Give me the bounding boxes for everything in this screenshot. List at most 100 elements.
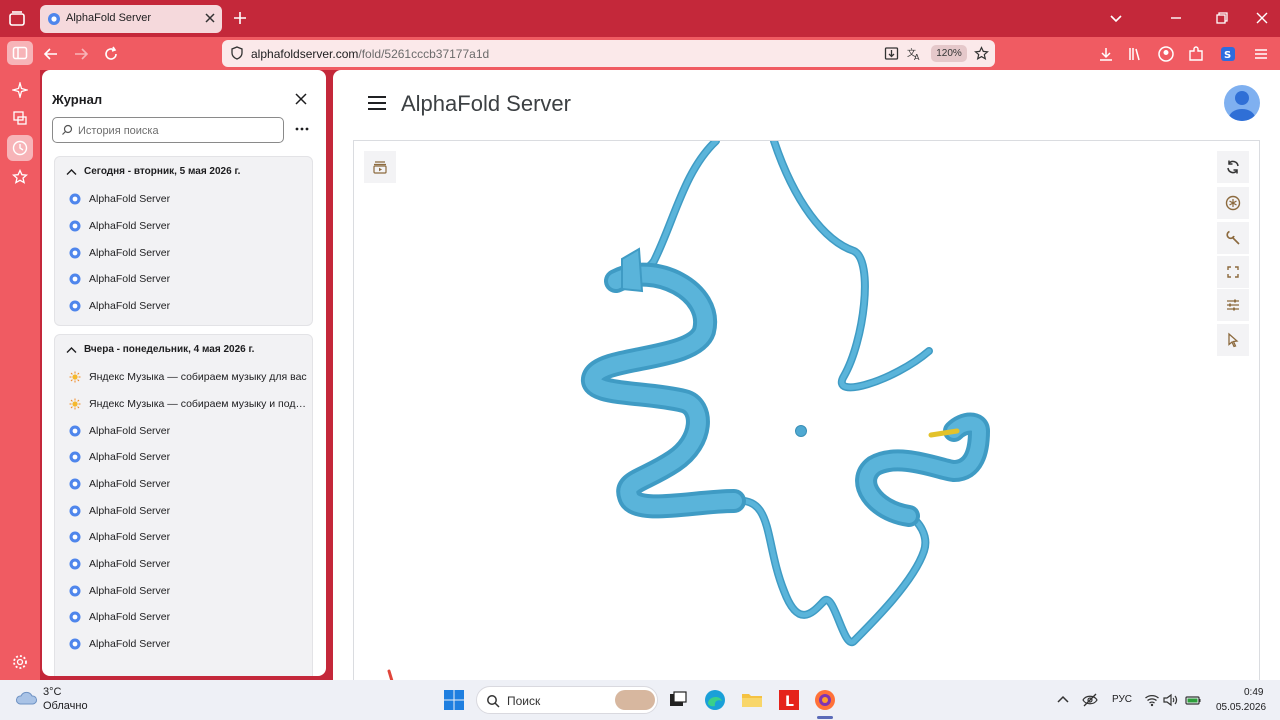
- downloads-icon[interactable]: [1097, 45, 1115, 63]
- browser-sidebar-strip: [0, 70, 40, 680]
- sidebar-icon: [12, 46, 28, 60]
- input-language-indicator[interactable]: РУС: [1112, 694, 1132, 705]
- alphafold-favicon: [69, 558, 81, 570]
- reset-view-button[interactable]: [1217, 151, 1249, 183]
- minimize-icon[interactable]: [1168, 10, 1184, 26]
- lamoda-app-icon[interactable]: L: [777, 688, 801, 712]
- select-cursor-icon: [1228, 332, 1239, 348]
- more-options-icon[interactable]: [295, 123, 309, 135]
- file-explorer-icon[interactable]: [740, 688, 764, 712]
- windows-taskbar: 3°C Облачно Поиск L РУС 0:49 05.05.2026: [0, 680, 1280, 720]
- history-entry[interactable]: AlphaFold Server: [69, 635, 309, 653]
- history-entry[interactable]: AlphaFold Server: [69, 555, 309, 573]
- volume-icon[interactable]: [1162, 692, 1178, 708]
- wifi-icon[interactable]: [1144, 692, 1160, 708]
- history-entry-title: AlphaFold Server: [89, 611, 171, 623]
- sidebar-settings-gear-icon[interactable]: [12, 654, 28, 670]
- alphafold-favicon: [69, 300, 81, 312]
- history-search-placeholder: История поиска: [78, 125, 159, 137]
- menu-icon[interactable]: [1252, 45, 1270, 63]
- settings-button[interactable]: [1217, 289, 1249, 321]
- history-entry[interactable]: Яндекс Музыка — собираем музыку и подка.…: [69, 395, 309, 413]
- history-entry[interactable]: AlphaFold Server: [69, 502, 309, 520]
- url-text: alphafoldserver.com/fold/5261cccb37177a1…: [251, 47, 489, 61]
- history-sidebar-panel: Журнал История поиска Сегодня - вторник,…: [42, 70, 326, 676]
- history-entry-title: AlphaFold Server: [89, 300, 171, 312]
- history-entry-title: AlphaFold Server: [89, 478, 171, 490]
- install-page-icon[interactable]: [884, 46, 899, 61]
- history-entry[interactable]: AlphaFold Server: [69, 297, 309, 315]
- history-entry[interactable]: AlphaFold Server: [69, 582, 309, 600]
- history-entry[interactable]: Яндекс Музыка — собираем музыку для вас: [69, 368, 309, 386]
- color-scheme-button[interactable]: [1217, 187, 1249, 219]
- history-entry[interactable]: AlphaFold Server: [69, 190, 309, 208]
- structure-viewer[interactable]: [353, 140, 1260, 680]
- history-search-input[interactable]: История поиска: [52, 117, 284, 143]
- web-page-content: AlphaFold Server: [333, 70, 1280, 680]
- history-entry[interactable]: AlphaFold Server: [69, 422, 309, 440]
- svg-text:A: A: [914, 53, 920, 61]
- history-entry[interactable]: AlphaFold Server: [69, 270, 309, 288]
- ai-chatbot-sparkle-icon[interactable]: [12, 82, 28, 98]
- alphafold-favicon: [69, 638, 81, 650]
- weather-temperature: 3°C: [43, 686, 62, 698]
- translate-icon[interactable]: 文 A: [907, 46, 922, 61]
- settings-sliders-icon: [1227, 299, 1239, 311]
- close-tab-icon[interactable]: [203, 11, 217, 25]
- taskbar-search-box[interactable]: Поиск: [476, 686, 658, 714]
- clock-date[interactable]: 05.05.2026: [1216, 702, 1266, 713]
- zoom-level-badge[interactable]: 120%: [931, 45, 967, 62]
- edge-browser-icon[interactable]: [703, 688, 727, 712]
- bookmarks-star-icon[interactable]: [12, 169, 28, 185]
- sidebar-toggle-button[interactable]: [7, 41, 33, 65]
- reload-icon[interactable]: [102, 45, 120, 63]
- chevron-up-icon: [66, 347, 77, 353]
- synced-tabs-icon[interactable]: [12, 110, 28, 126]
- history-entry[interactable]: AlphaFold Server: [69, 217, 309, 235]
- back-arrow-icon[interactable]: [42, 45, 60, 63]
- history-entry[interactable]: AlphaFold Server: [69, 244, 309, 262]
- restore-icon[interactable]: [1214, 10, 1230, 26]
- history-entry[interactable]: AlphaFold Server: [69, 608, 309, 626]
- history-entry[interactable]: AlphaFold Server: [69, 475, 309, 493]
- close-window-icon[interactable]: [1254, 10, 1270, 26]
- selection-mode-button[interactable]: [1217, 324, 1249, 356]
- task-view-icon[interactable]: [666, 688, 690, 712]
- battery-charging-icon[interactable]: [1185, 692, 1201, 708]
- new-tab-icon[interactable]: [232, 10, 248, 26]
- windows-start-icon[interactable]: [442, 688, 466, 712]
- extension-s-icon[interactable]: S: [1219, 45, 1237, 63]
- forward-arrow-icon[interactable]: [72, 45, 90, 63]
- clock-time[interactable]: 0:49: [1244, 687, 1263, 698]
- user-avatar-icon[interactable]: [1223, 84, 1261, 122]
- history-entry[interactable]: AlphaFold Server: [69, 448, 309, 466]
- browser-tab-active[interactable]: AlphaFold Server: [40, 5, 222, 33]
- bookmark-star-icon[interactable]: [974, 46, 989, 61]
- yandex-music-favicon: [69, 371, 81, 383]
- extensions-icon[interactable]: [1187, 45, 1205, 63]
- library-icon[interactable]: [1127, 45, 1145, 63]
- history-entry[interactable]: AlphaFold Server: [69, 528, 309, 546]
- fullscreen-button[interactable]: [1217, 256, 1249, 288]
- firefox-browser-icon[interactable]: [813, 688, 837, 712]
- tray-overflow-chevron-icon[interactable]: [1055, 692, 1071, 708]
- history-group-today: Сегодня - вторник, 5 мая 2026 г. AlphaFo…: [54, 156, 313, 326]
- history-group-label: Сегодня - вторник, 5 мая 2026 г.: [84, 166, 241, 177]
- history-sidebar-button[interactable]: [7, 135, 33, 161]
- cloud-weather-icon[interactable]: [14, 688, 38, 708]
- site-info-shield-icon[interactable]: [230, 46, 244, 60]
- tab-list-chevron-icon[interactable]: [1108, 10, 1124, 26]
- alphafold-favicon: [69, 505, 81, 517]
- tools-button[interactable]: [1217, 222, 1249, 254]
- history-entry-title: Яндекс Музыка — собираем музыку и подка.…: [89, 398, 307, 410]
- url-domain: alphafoldserver.com: [251, 47, 359, 61]
- account-icon[interactable]: [1157, 45, 1175, 63]
- address-bar[interactable]: alphafoldserver.com/fold/5261cccb37177a1…: [222, 40, 995, 67]
- tab-manager-icon[interactable]: [6, 8, 28, 30]
- alphafold-favicon: [69, 425, 81, 437]
- visibility-off-icon[interactable]: [1082, 692, 1098, 708]
- close-icon[interactable]: [294, 92, 308, 106]
- hamburger-menu-icon[interactable]: [367, 95, 387, 111]
- protein-ribbon-structure[interactable]: [354, 141, 1261, 680]
- playback-button[interactable]: [364, 151, 396, 183]
